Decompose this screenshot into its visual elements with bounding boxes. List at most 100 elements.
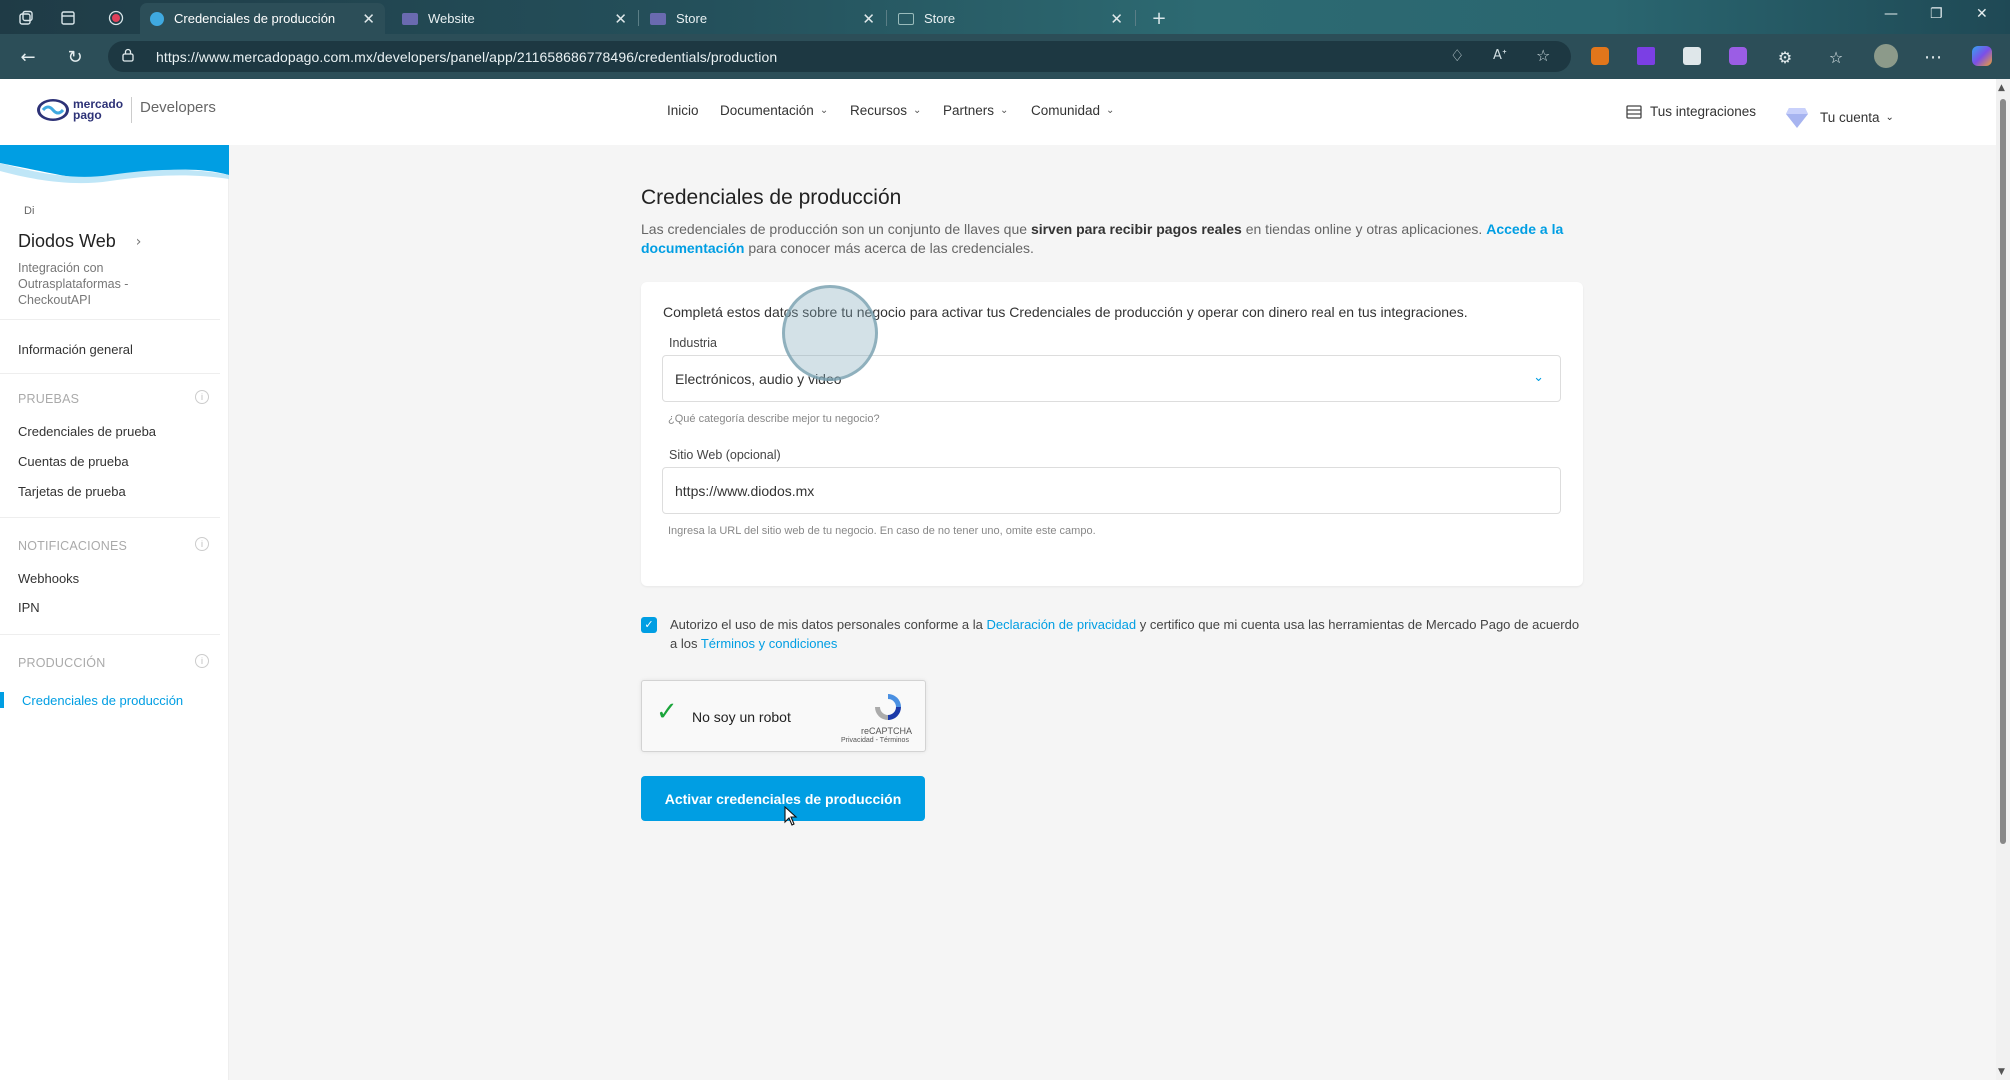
website-input[interactable] (662, 467, 1561, 514)
info-icon[interactable]: i (195, 537, 209, 551)
close-tab-icon[interactable]: ✕ (362, 10, 375, 28)
page-scrollbar[interactable]: ▲ ▼ (1996, 79, 2010, 1080)
read-aloud-icon[interactable]: Aᐩ (1493, 48, 1507, 63)
recaptcha-widget[interactable]: ✓ No soy un robot reCAPTCHA Privacidad -… (641, 680, 926, 752)
logo-wordmark: mercado pago (73, 97, 124, 122)
website-hint: Ingresa la URL del sitio web de tu negoc… (668, 525, 1096, 537)
privacy-link[interactable]: Declaración de privacidad (987, 617, 1137, 632)
back-icon[interactable]: ← (16, 45, 40, 69)
metamask-extension-icon[interactable] (1591, 47, 1609, 65)
checkmark-extension-icon[interactable] (1729, 47, 1747, 65)
tab-credenciales[interactable]: Credenciales de producción ✕ (140, 3, 385, 34)
section-notificaciones: NOTIFICACIONES (18, 539, 128, 553)
sidebar-item-informacion-general[interactable]: Información general (18, 342, 133, 357)
recaptcha-links[interactable]: Privacidad - Términos (841, 737, 909, 744)
shopping-tag-icon[interactable]: ♢ (1450, 46, 1464, 65)
extension-z-icon[interactable] (1637, 47, 1655, 65)
integrations-link[interactable]: Tus integraciones (1626, 104, 1756, 119)
nav-recursos[interactable]: Recursos ⌄ (850, 103, 921, 118)
chevron-down-icon: ⌄ (1000, 105, 1009, 116)
chevron-down-icon: ⌄ (913, 105, 922, 116)
favorite-star-icon[interactable]: ☆ (1536, 46, 1550, 65)
logo-divider (131, 97, 132, 123)
tab-website[interactable]: Website ✕ (392, 3, 637, 34)
close-tab-icon[interactable]: ✕ (614, 10, 627, 28)
divider (0, 373, 220, 374)
close-tab-icon[interactable]: ✕ (862, 10, 875, 28)
tab-store-1[interactable]: Store ✕ (640, 3, 885, 34)
terms-link[interactable]: Términos y condiciones (701, 636, 838, 651)
tab-separator (638, 10, 639, 26)
extensions-puzzle-icon[interactable]: ⚙ (1773, 45, 1797, 69)
click-highlight (782, 285, 878, 381)
address-bar[interactable]: https://www.mercadopago.com.mx/developer… (108, 41, 1571, 72)
restore-icon[interactable]: ❐ (1930, 6, 1943, 22)
info-icon[interactable]: i (195, 390, 209, 404)
developers-label[interactable]: Developers (140, 99, 216, 116)
sidebar-item-credenciales-produccion[interactable]: Credenciales de producción (22, 693, 183, 708)
recording-icon[interactable] (104, 6, 128, 30)
chevron-down-icon: ⌄ (1533, 370, 1544, 385)
refresh-icon[interactable]: ↻ (63, 45, 87, 69)
sidebar-item-webhooks[interactable]: Webhooks (18, 571, 79, 586)
app-initials: Di (24, 205, 35, 217)
sidebar-item-credenciales-prueba[interactable]: Credenciales de prueba (18, 424, 156, 439)
window-close-icon[interactable]: ✕ (1976, 6, 1988, 22)
activate-credentials-button[interactable]: Activar credenciales de producción (641, 776, 925, 821)
sidebar-item-tarjetas-prueba[interactable]: Tarjetas de prueba (18, 484, 126, 499)
tab-store-2[interactable]: Store ✕ (888, 3, 1133, 34)
minimize-icon[interactable]: — (1884, 6, 1898, 22)
workspaces-icon[interactable] (14, 6, 38, 30)
sidebar-item-cuentas-prueba[interactable]: Cuentas de prueba (18, 454, 129, 469)
active-indicator (0, 692, 4, 708)
page-title: Credenciales de producción (641, 186, 902, 209)
lock-icon (122, 48, 134, 62)
store-favicon-icon (898, 12, 914, 25)
nav-inicio[interactable]: Inicio (667, 103, 699, 118)
chevron-down-icon: ⌄ (1885, 111, 1894, 123)
sidebar-item-ipn[interactable]: IPN (18, 600, 40, 615)
close-tab-icon[interactable]: ✕ (1110, 10, 1123, 28)
more-menu-icon[interactable]: ⋯ (1921, 45, 1945, 69)
app-name[interactable]: Diodos Web › (18, 231, 141, 252)
profile-avatar-icon[interactable] (1874, 44, 1898, 68)
copilot-icon[interactable] (1972, 46, 1992, 66)
tab-label: Store (676, 11, 708, 26)
url-text: https://www.mercadopago.com.mx/developer… (156, 49, 778, 65)
account-menu[interactable]: Tu cuenta ⌄ (1786, 104, 1894, 130)
app-description: Integración con Outrasplataformas - Chec… (18, 261, 129, 307)
recaptcha-brand: reCAPTCHA (861, 726, 913, 736)
info-icon[interactable]: i (195, 654, 209, 668)
favorites-icon[interactable]: ☆ (1824, 45, 1848, 69)
sidebar: Di Diodos Web › Integración con Outraspla… (0, 145, 229, 1080)
store-favicon-icon (650, 12, 666, 25)
divider (0, 319, 220, 320)
industry-label: Industria (669, 336, 717, 350)
captcha-label: No soy un robot (692, 709, 791, 725)
browser-tab-bar: Credenciales de producción ✕ Website ✕ S… (0, 0, 2010, 34)
section-pruebas: PRUEBAS (18, 392, 80, 406)
tab-label: Credenciales de producción (174, 11, 336, 26)
scroll-down-icon[interactable]: ▼ (1998, 1067, 2005, 1077)
tab-actions-icon[interactable] (56, 6, 80, 30)
divider (0, 634, 220, 635)
website-favicon-icon (402, 12, 418, 25)
tab-label: Website (428, 11, 475, 26)
nav-comunidad[interactable]: Comunidad ⌄ (1031, 103, 1114, 118)
account-diamond-icon (1786, 108, 1808, 128)
scroll-thumb[interactable] (2000, 99, 2006, 844)
chevron-down-icon: ⌄ (819, 105, 829, 116)
scroll-up-icon[interactable]: ▲ (1998, 83, 2005, 93)
consent-checkbox[interactable]: ✓ (641, 617, 657, 633)
nav-partners[interactable]: Partners ⌄ (943, 103, 1008, 118)
site-header: mercado pago Developers Inicio Documenta… (0, 79, 1996, 145)
industry-hint: ¿Qué categoría describe mejor tu negocio… (668, 413, 880, 425)
nav-documentacion[interactable]: Documentación ⌄ (720, 103, 828, 118)
site-label: Sitio Web (opcional) (669, 448, 781, 462)
chevron-down-icon: ⌄ (1106, 105, 1115, 116)
tab-separator (886, 10, 887, 26)
camera-extension-icon[interactable] (1683, 47, 1701, 65)
chevron-right-icon: › (135, 233, 142, 250)
mercadopago-favicon-icon (150, 11, 164, 26)
new-tab-button[interactable]: + (1147, 6, 1171, 30)
